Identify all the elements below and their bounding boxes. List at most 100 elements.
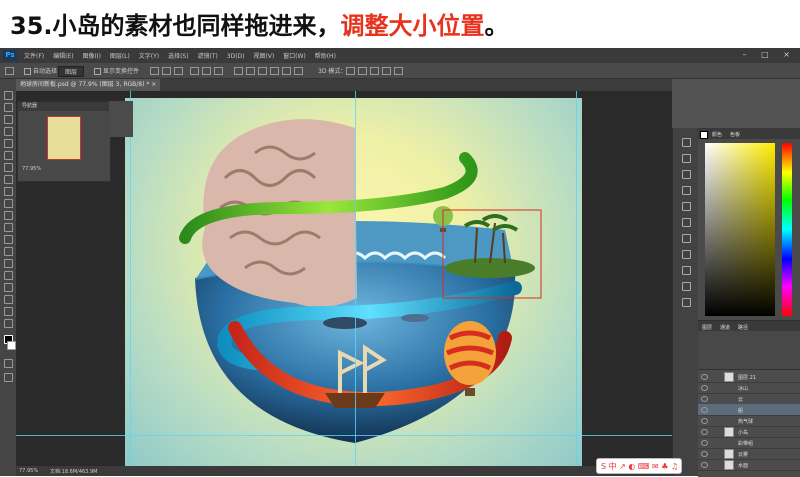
tab-layers[interactable]: 图层	[702, 324, 712, 331]
dodge-tool-icon[interactable]	[4, 247, 13, 256]
gradient-tool-icon[interactable]	[4, 223, 13, 232]
visibility-eye-icon[interactable]	[701, 440, 708, 446]
styles-icon[interactable]	[682, 234, 691, 243]
ime-toolbar[interactable]: S 中 ↗ ◐ ⌨ ✉ ♣ ♫	[596, 458, 682, 474]
window-controls[interactable]: – □ ×	[743, 50, 796, 59]
navigator-thumbnail[interactable]	[47, 116, 81, 160]
3d-rotate-icon[interactable]	[346, 67, 355, 75]
path-select-tool-icon[interactable]	[4, 283, 13, 292]
menu-file[interactable]: 文件(F)	[24, 53, 44, 60]
distribute-2-icon[interactable]	[246, 67, 255, 75]
tool-presets-icon[interactable]	[682, 282, 691, 291]
distribute-4-icon[interactable]	[270, 67, 279, 75]
menu-type[interactable]: 文字(Y)	[139, 53, 159, 60]
status-zoom[interactable]: 77.95%	[19, 468, 38, 474]
visibility-eye-icon[interactable]	[701, 418, 708, 424]
document-canvas[interactable]	[125, 98, 582, 469]
3d-scale-icon[interactable]	[394, 67, 403, 75]
healing-tool-icon[interactable]	[4, 163, 13, 172]
align-bottom-icon[interactable]	[174, 67, 183, 75]
character-icon[interactable]	[682, 186, 691, 195]
eyedropper-tool-icon[interactable]	[4, 151, 13, 160]
color-picker-field[interactable]	[705, 143, 775, 316]
menu-window[interactable]: 窗口(W)	[283, 53, 306, 60]
distribute-3-icon[interactable]	[258, 67, 267, 75]
visibility-eye-icon[interactable]	[701, 374, 708, 380]
menu-edit[interactable]: 编辑(E)	[53, 53, 73, 60]
screen-mode-icon[interactable]	[4, 373, 13, 382]
layer-comps-icon[interactable]	[682, 298, 691, 307]
stamp-tool-icon[interactable]	[4, 187, 13, 196]
layer-controls[interactable]	[698, 331, 800, 370]
shape-tool-icon[interactable]	[4, 295, 13, 304]
status-doc-size: 文档:18.6M/463.9M	[50, 469, 98, 475]
current-color-swatch[interactable]	[700, 131, 708, 139]
zoom-tool-icon[interactable]	[4, 319, 13, 328]
guide-vertical-1[interactable]	[130, 91, 131, 466]
history-brush-tool-icon[interactable]	[4, 199, 13, 208]
show-transform-checkbox[interactable]: 显示变换控件	[94, 66, 139, 75]
menu-layer[interactable]: 图层(L)	[110, 53, 130, 60]
background-color-icon[interactable]	[7, 341, 16, 350]
history-icon[interactable]	[682, 154, 691, 163]
align-middle-icon[interactable]	[162, 67, 171, 75]
navigator-zoom[interactable]: 77.95%	[22, 166, 41, 172]
distribute-1-icon[interactable]	[234, 67, 243, 75]
3d-pan-icon[interactable]	[370, 67, 379, 75]
brush-tool-icon[interactable]	[4, 175, 13, 184]
paragraph-icon[interactable]	[682, 202, 691, 211]
properties-icon[interactable]	[682, 250, 691, 259]
menu-select[interactable]: 选择(S)	[168, 53, 189, 60]
blur-tool-icon[interactable]	[4, 235, 13, 244]
align-center-icon[interactable]	[202, 67, 211, 75]
move-tool-icon[interactable]	[4, 91, 13, 100]
3d-roll-icon[interactable]	[358, 67, 367, 75]
visibility-eye-icon[interactable]	[701, 429, 708, 435]
eraser-tool-icon[interactable]	[4, 211, 13, 220]
ime-glyphs[interactable]: S 中 ↗ ◐ ⌨ ✉ ♣ ♫	[601, 461, 678, 472]
adjustments-icon[interactable]	[682, 218, 691, 227]
tab-color[interactable]: 颜色	[712, 131, 722, 138]
close-icon[interactable]: ×	[151, 81, 156, 88]
crop-tool-icon[interactable]	[4, 139, 13, 148]
menu-filter[interactable]: 滤镜(T)	[198, 53, 218, 60]
lasso-tool-icon[interactable]	[4, 115, 13, 124]
hand-tool-icon[interactable]	[4, 307, 13, 316]
3d-slide-icon[interactable]	[382, 67, 391, 75]
visibility-eye-icon[interactable]	[701, 451, 708, 457]
align-left-icon[interactable]	[190, 67, 199, 75]
distribute-5-icon[interactable]	[282, 67, 291, 75]
menu-bar: Ps 文件(F) 编辑(E) 图像(I) 图层(L) 文字(Y) 选择(S) 滤…	[0, 48, 800, 63]
brush-presets-icon[interactable]	[682, 170, 691, 179]
move-tool-icon[interactable]	[5, 67, 14, 75]
menu-image[interactable]: 图像(I)	[82, 53, 100, 60]
tutorial-caption: 35.小岛的素材也同样拖进来，调整大小位置。	[0, 0, 800, 48]
guide-vertical-3[interactable]	[576, 91, 577, 466]
marquee-tool-icon[interactable]	[4, 103, 13, 112]
visibility-eye-icon[interactable]	[701, 385, 708, 391]
document-tab[interactable]: 地球房间新板.psd @ 77.9% (图层 3, RGB/8) * ×	[16, 79, 161, 91]
tab-paths[interactable]: 路径	[738, 324, 748, 331]
visibility-eye-icon[interactable]	[701, 396, 708, 402]
quick-select-tool-icon[interactable]	[4, 127, 13, 136]
menu-view[interactable]: 视图(V)	[253, 53, 274, 60]
info-icon[interactable]	[682, 138, 691, 147]
visibility-eye-icon[interactable]	[701, 407, 708, 413]
distribute-6-icon[interactable]	[294, 67, 303, 75]
auto-select-dropdown[interactable]: 图层	[58, 66, 85, 77]
hue-slider[interactable]	[782, 143, 792, 316]
guide-vertical-2[interactable]	[355, 91, 356, 466]
tab-channels[interactable]: 通道	[720, 324, 730, 331]
tab-swatches[interactable]: 色板	[730, 131, 740, 138]
menu-3d[interactable]: 3D(D)	[227, 53, 245, 60]
visibility-eye-icon[interactable]	[701, 462, 708, 468]
menu-help[interactable]: 帮助(H)	[315, 53, 336, 60]
align-right-icon[interactable]	[214, 67, 223, 75]
pen-tool-icon[interactable]	[4, 259, 13, 268]
actions-icon[interactable]	[682, 266, 691, 275]
type-tool-icon[interactable]	[4, 271, 13, 280]
layer-row[interactable]: 水面	[698, 459, 800, 471]
align-top-icon[interactable]	[150, 67, 159, 75]
guide-horizontal-1[interactable]	[16, 435, 672, 436]
quick-mask-icon[interactable]	[4, 359, 13, 368]
